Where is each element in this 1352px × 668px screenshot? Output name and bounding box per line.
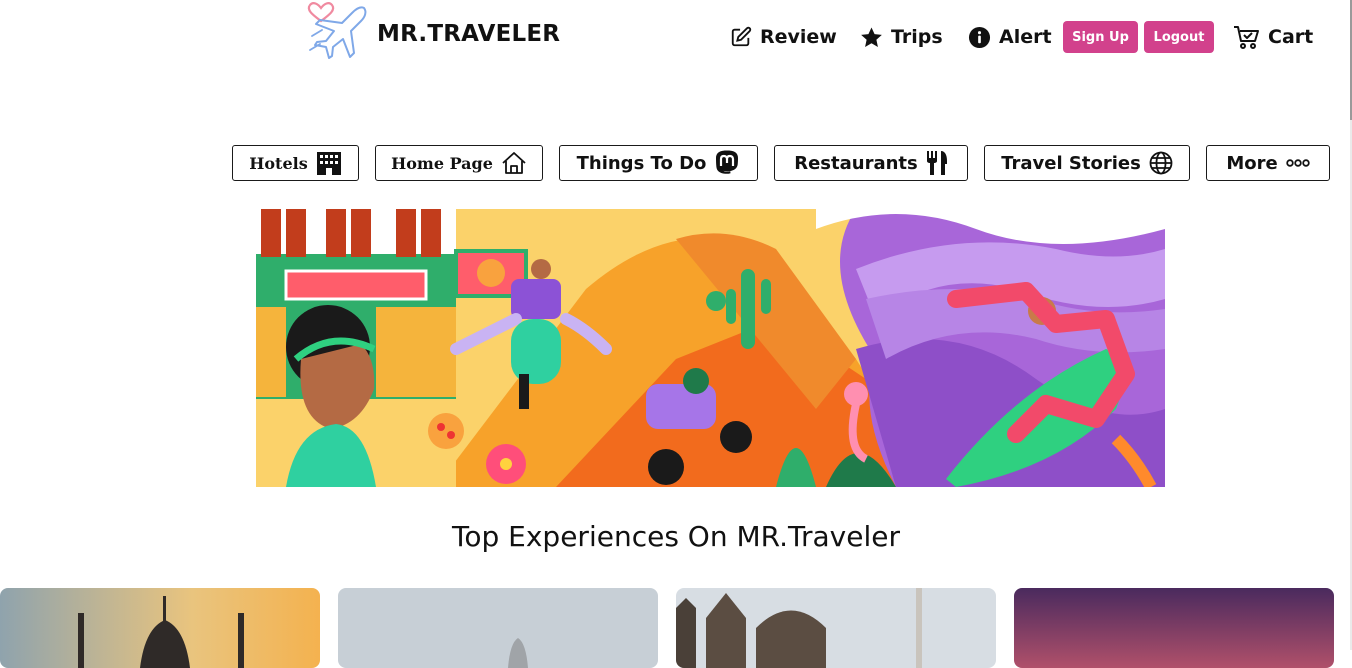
globe-icon xyxy=(1149,151,1173,175)
nav-review[interactable]: Review xyxy=(730,22,837,52)
nav-review-label: Review xyxy=(760,26,837,48)
hero-banner xyxy=(256,209,1165,487)
nav-cart[interactable]: Cart xyxy=(1232,22,1313,52)
category-restaurants[interactable]: Restaurants xyxy=(774,145,968,181)
signup-button[interactable]: Sign Up xyxy=(1063,21,1138,53)
building-icon xyxy=(316,152,341,175)
category-home-page-label: Home Page xyxy=(391,153,493,173)
nav-cart-label: Cart xyxy=(1268,26,1314,48)
category-more-label: More xyxy=(1226,152,1278,174)
category-travel-stories[interactable]: Travel Stories xyxy=(984,145,1190,181)
cart-icon xyxy=(1234,26,1259,49)
sunset-image xyxy=(1014,588,1334,668)
nav-alert-label: Alert xyxy=(999,26,1052,48)
nav-trips[interactable]: Trips xyxy=(860,22,943,52)
edit-icon xyxy=(731,26,752,47)
section-title: Top Experiences On MR.Traveler xyxy=(452,520,900,553)
category-things-to-do-label: Things To Do xyxy=(576,152,707,174)
experience-card[interactable] xyxy=(338,588,658,668)
ellipsis-icon xyxy=(1285,159,1310,167)
category-travel-stories-label: Travel Stories xyxy=(1001,152,1141,174)
nav-trips-label: Trips xyxy=(891,26,943,48)
star-icon xyxy=(861,26,882,47)
category-more[interactable]: More xyxy=(1206,145,1330,181)
logout-button[interactable]: Logout xyxy=(1144,21,1214,53)
info-icon xyxy=(968,26,991,48)
taj-mahal-image xyxy=(0,588,320,668)
monument-image xyxy=(338,588,658,668)
category-hotels[interactable]: Hotels xyxy=(232,145,359,181)
brand-name: MR.TRAVELER xyxy=(377,21,561,47)
nav-alert[interactable]: Alert xyxy=(968,22,1052,52)
category-things-to-do[interactable]: Things To Do xyxy=(559,145,758,181)
hero-illustration xyxy=(256,209,1165,487)
brand-logo[interactable]: MR.TRAVELER xyxy=(304,0,560,68)
experience-card[interactable] xyxy=(0,588,320,668)
home-icon xyxy=(502,152,526,174)
utensils-icon xyxy=(926,151,947,175)
experience-card[interactable] xyxy=(1014,588,1334,668)
mastodon-icon xyxy=(716,150,739,174)
experience-card[interactable] xyxy=(676,588,996,668)
category-hotels-label: Hotels xyxy=(249,153,308,173)
plane-heart-icon xyxy=(307,2,367,59)
category-home-page[interactable]: Home Page xyxy=(375,145,543,181)
cathedral-image xyxy=(676,588,996,668)
category-restaurants-label: Restaurants xyxy=(794,152,918,174)
